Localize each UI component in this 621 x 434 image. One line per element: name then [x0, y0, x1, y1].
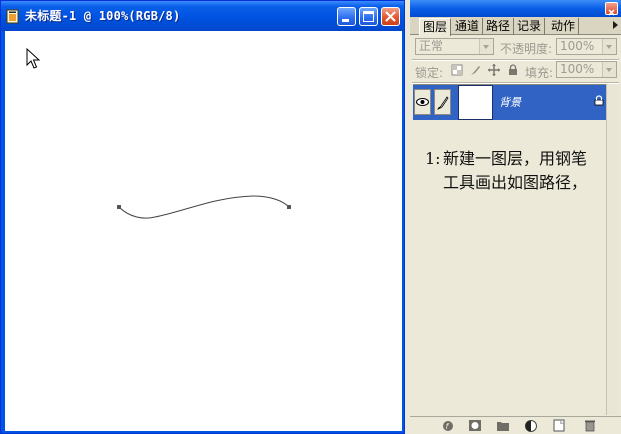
layer-visibility-toggle[interactable]	[414, 89, 431, 115]
palette-close-button[interactable]	[605, 2, 618, 16]
layer-style-icon[interactable]: f	[441, 419, 455, 432]
note-text: 新建一图层，用钢笔工具画出如图路径，	[443, 149, 588, 192]
minimize-button[interactable]	[337, 7, 356, 26]
pen-path[interactable]	[5, 31, 402, 431]
layers-palette: 图层 通道 路径 记录 动作 正常 不透明度: 100% 锁定: 填充: 100…	[410, 0, 621, 434]
lock-all-icon[interactable]	[507, 64, 519, 76]
blend-mode-value: 正常	[419, 39, 444, 53]
close-button[interactable]	[381, 7, 400, 26]
opacity-label: 不透明度:	[500, 42, 553, 56]
maximize-icon	[363, 11, 374, 22]
lock-icon	[594, 95, 604, 106]
palette-tabs: 图层 通道 路径 记录 动作	[410, 17, 621, 36]
lock-transparent-icon[interactable]	[451, 64, 463, 76]
tab-actions[interactable]: 动作	[548, 18, 580, 35]
layers-scrollbar[interactable]	[606, 84, 620, 415]
close-icon	[385, 11, 396, 22]
mask-icon[interactable]	[468, 419, 482, 432]
path-anchor-point[interactable]	[117, 205, 121, 209]
layer-name[interactable]: 背景	[499, 94, 521, 110]
lock-row: 锁定: 填充: 100%	[410, 60, 621, 82]
layer-row-background[interactable]: 背景	[413, 85, 606, 120]
new-layer-icon[interactable]	[552, 419, 566, 432]
document-canvas[interactable]	[5, 31, 402, 431]
palette-titlebar[interactable]	[410, 0, 621, 17]
adjustment-layer-icon[interactable]	[524, 419, 538, 432]
palette-bottom-toolbar: f	[410, 416, 621, 434]
fill-label: 填充:	[525, 66, 554, 80]
tab-channels[interactable]: 通道	[452, 18, 484, 35]
chevron-right-icon	[602, 39, 616, 54]
bezier-path-curve[interactable]	[118, 195, 290, 219]
layer-thumbnail	[458, 85, 493, 120]
document-titlebar[interactable]: 未标题-1 @ 100%(RGB/8)	[1, 1, 404, 31]
fill-field[interactable]: 100%	[556, 61, 617, 78]
minimize-icon	[342, 19, 349, 22]
document-title: 未标题-1 @ 100%(RGB/8)	[25, 9, 181, 23]
paintbrush-icon	[437, 96, 449, 110]
trash-icon[interactable]	[583, 419, 597, 432]
chevron-right-icon	[602, 62, 616, 77]
opacity-field[interactable]: 100%	[556, 38, 617, 55]
palette-menu-arrow-icon[interactable]	[613, 21, 618, 29]
photoshop-doc-icon	[6, 9, 19, 24]
lock-pixels-brush-icon[interactable]	[469, 64, 481, 76]
tab-paths[interactable]: 路径	[483, 18, 515, 35]
blend-row: 正常 不透明度: 100%	[410, 35, 621, 59]
tab-layers[interactable]: 图层	[419, 18, 452, 36]
document-window: 未标题-1 @ 100%(RGB/8)	[0, 0, 405, 434]
tab-history[interactable]: 记录	[514, 18, 546, 35]
fill-value: 100%	[560, 62, 595, 76]
new-set-icon[interactable]	[496, 419, 510, 432]
maximize-button[interactable]	[359, 7, 378, 26]
layers-list: 背景 1: 新建一图层，用钢笔工具画出如图路径，	[413, 84, 606, 416]
lock-label: 锁定:	[415, 66, 444, 80]
path-anchor-point[interactable]	[287, 205, 291, 209]
eye-icon	[416, 98, 429, 106]
note-number: 1:	[425, 149, 441, 168]
opacity-value: 100%	[560, 39, 595, 53]
chevron-down-icon	[479, 39, 493, 54]
desktop: 未标题-1 @ 100%(RGB/8) 图层 通道 路径 记录 动作 正常 不透…	[0, 0, 621, 434]
layer-edit-indicator[interactable]	[434, 89, 451, 115]
blend-mode-select[interactable]: 正常	[415, 38, 494, 55]
lock-position-move-icon[interactable]	[488, 64, 500, 76]
tutorial-note: 1: 新建一图层，用钢笔工具画出如图路径，	[425, 147, 600, 195]
